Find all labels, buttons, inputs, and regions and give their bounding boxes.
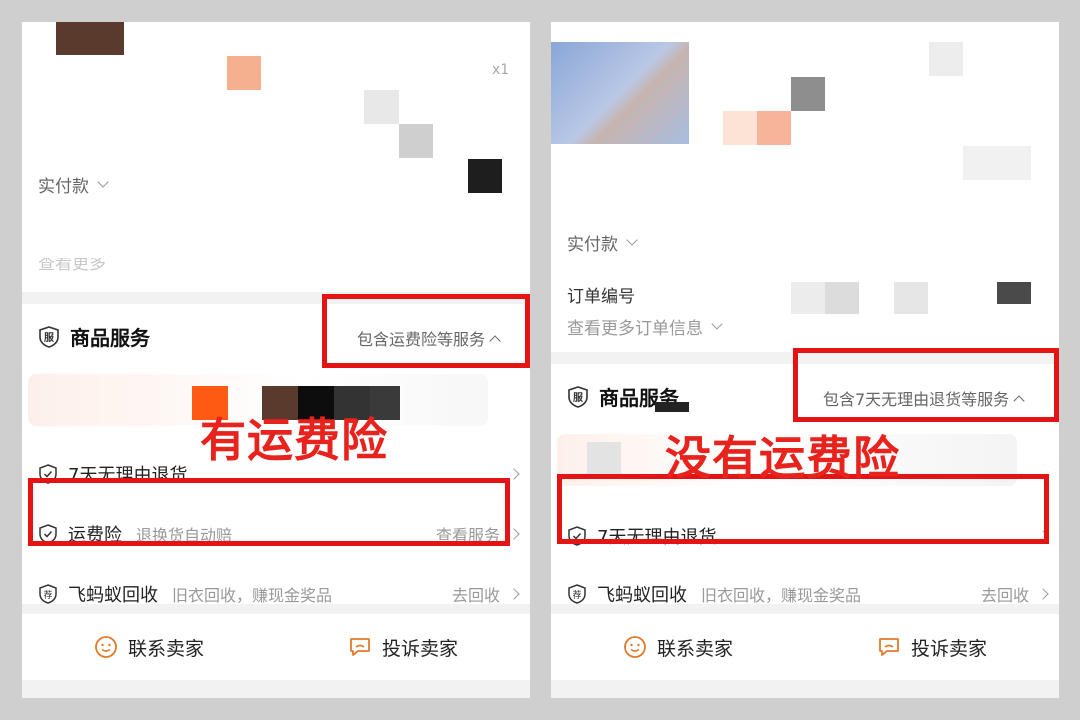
recycle-link[interactable]: 去回收 xyxy=(452,582,500,606)
shield-fu-icon: 服 xyxy=(568,385,588,408)
bottom-actions: 联系卖家 投诉卖家 xyxy=(551,614,1059,680)
svg-text:荐: 荐 xyxy=(572,590,581,601)
jian-badge-icon: 荐 xyxy=(568,584,586,604)
complaint-bubble-icon xyxy=(879,638,899,656)
blurred-block xyxy=(825,282,859,314)
paid-label: 实付款 xyxy=(567,235,618,255)
complaint-bubble-icon xyxy=(350,638,370,656)
service-row-recycle[interactable]: 荐 飞蚂蚁回收 旧衣回收，赚现金奖品 去回收 xyxy=(38,574,520,614)
chevron-down-icon xyxy=(711,318,723,330)
highlight-box-summary xyxy=(322,294,530,368)
complain-seller-label: 投诉卖家 xyxy=(381,637,458,660)
annotation-label: 有运费险 xyxy=(200,413,388,467)
highlight-box-summary xyxy=(793,348,1059,422)
blurred-block xyxy=(227,56,261,90)
blurred-block xyxy=(757,111,791,145)
product-image-blur xyxy=(56,22,124,55)
chat-face-icon xyxy=(95,636,117,658)
contact-seller-button[interactable]: 联系卖家 xyxy=(22,634,276,661)
complain-seller-button[interactable]: 投诉卖家 xyxy=(276,634,530,661)
contact-seller-label: 联系卖家 xyxy=(127,637,204,660)
service-desc: 旧衣回收，赚现金奖品 xyxy=(172,586,333,605)
svg-text:服: 服 xyxy=(573,392,584,404)
paid-label: 实付款 xyxy=(38,177,89,197)
paid-amount-toggle[interactable]: 实付款 xyxy=(38,172,109,197)
shield-fu-icon: 服 xyxy=(39,325,59,348)
svg-text:服: 服 xyxy=(44,332,55,344)
more-order-info-toggle[interactable]: 查看更多订单信息 xyxy=(567,314,723,339)
quantity-label: x1 xyxy=(492,62,510,78)
partial-text: 查看更多 xyxy=(38,258,106,272)
blurred-block xyxy=(399,124,433,158)
complain-seller-button[interactable]: 投诉卖家 xyxy=(805,634,1059,661)
blurred-block xyxy=(468,159,502,193)
highlight-box-shipping-insurance xyxy=(28,478,510,546)
chevron-right-icon xyxy=(508,588,520,600)
svg-text:荐: 荐 xyxy=(43,590,52,601)
blurred-block xyxy=(929,42,963,76)
complain-seller-label: 投诉卖家 xyxy=(910,637,987,660)
paid-amount-toggle[interactable]: 实付款 xyxy=(567,230,638,255)
chevron-right-icon xyxy=(508,468,520,480)
more-order-info: 查看更多订单信息 xyxy=(567,319,703,339)
chevron-right-icon xyxy=(508,528,520,540)
chevron-right-icon xyxy=(1037,588,1049,600)
service-desc: 旧衣回收，赚现金奖品 xyxy=(701,586,862,605)
left-screenshot: x1 实付款 查看更多 服 商品服务 包含运费险等服务 7天无理由退货 运费险 xyxy=(22,22,530,698)
blurred-block xyxy=(364,90,399,124)
jian-badge-icon: 荐 xyxy=(39,584,57,604)
right-screenshot: 实付款 订单编号 查看更多订单信息 服 商品服务 包含7天无理由退货等服务 7天… xyxy=(551,22,1059,698)
service-name: 飞蚂蚁回收 xyxy=(597,585,687,606)
blurred-block xyxy=(963,146,1031,180)
blurred-block xyxy=(894,282,928,314)
order-info-card: 实付款 订单编号 查看更多订单信息 xyxy=(551,22,1059,352)
partial-more-info: 查看更多 xyxy=(38,258,106,272)
service-row-recycle[interactable]: 荐 飞蚂蚁回收 旧衣回收，赚现金奖品 去回收 xyxy=(567,574,1049,614)
blurred-block xyxy=(723,111,757,145)
blurred-block xyxy=(791,77,825,111)
recycle-link[interactable]: 去回收 xyxy=(981,582,1029,606)
order-number-label: 订单编号 xyxy=(567,287,635,307)
service-header: 服 商品服务 xyxy=(38,322,150,351)
blurred-block xyxy=(655,402,689,412)
bottom-actions: 联系卖家 投诉卖家 xyxy=(22,614,530,680)
contact-seller-button[interactable]: 联系卖家 xyxy=(551,634,805,661)
order-info-card: x1 实付款 查看更多 xyxy=(22,22,530,292)
product-image-blur xyxy=(551,42,689,144)
chevron-down-icon xyxy=(626,234,638,246)
chat-face-icon xyxy=(624,636,646,658)
service-name: 飞蚂蚁回收 xyxy=(68,585,158,606)
service-title: 商品服务 xyxy=(70,326,150,350)
contact-seller-label: 联系卖家 xyxy=(656,637,733,660)
chevron-down-icon xyxy=(97,176,109,188)
annotation-label: 没有运费险 xyxy=(665,431,900,485)
blurred-block xyxy=(997,282,1031,304)
blurred-block xyxy=(791,282,825,314)
blurred-block xyxy=(587,442,621,476)
